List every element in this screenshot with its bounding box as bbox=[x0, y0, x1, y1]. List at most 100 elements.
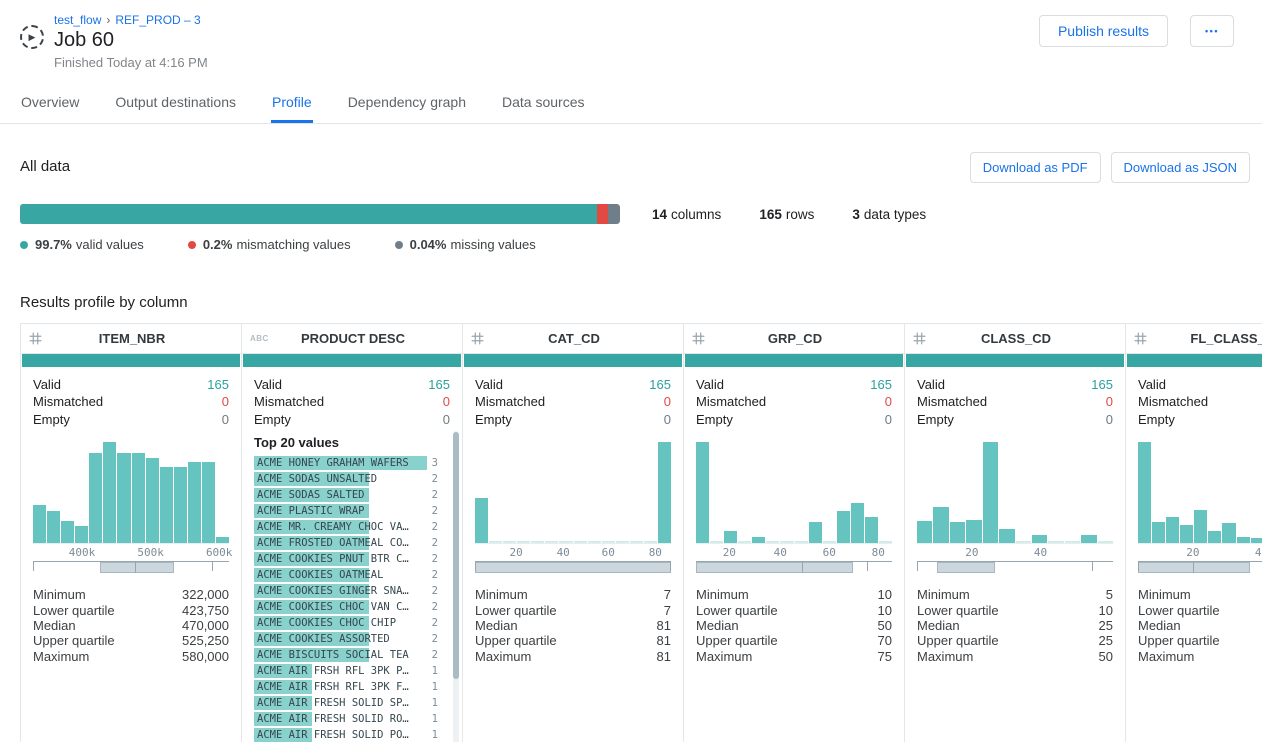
top-value-row: ACME HONEY GRAHAM WAFERS3 bbox=[254, 455, 438, 471]
histogram-bar bbox=[752, 537, 765, 543]
column-counts: Valid165Mismatched0Empty0 bbox=[696, 376, 892, 428]
column-header-grp-cd[interactable]: GRP_CD bbox=[684, 324, 904, 354]
range-slider-selection[interactable] bbox=[475, 562, 671, 573]
top-value-count: 1 bbox=[427, 663, 438, 679]
stat-row-median: Median bbox=[1138, 618, 1262, 633]
histogram-bar bbox=[710, 541, 723, 543]
column-header-fl-class-cd[interactable]: FL_CLASS_CD bbox=[1126, 324, 1262, 354]
tab-overview[interactable]: Overview bbox=[20, 85, 80, 123]
range-slider[interactable] bbox=[696, 561, 892, 573]
column-body: Valid165Mismatched0Empty0Top 20 valuesAC… bbox=[242, 367, 462, 742]
dataset-stat-label: columns bbox=[671, 207, 721, 222]
top-values-scrollbar[interactable] bbox=[453, 431, 459, 742]
top-value-text: ACME AIR FRSH RFL 3PK F… bbox=[254, 679, 427, 695]
download-json-button[interactable]: Download as JSON bbox=[1111, 152, 1250, 183]
range-slider-divider[interactable] bbox=[1193, 562, 1194, 573]
range-slider-tick bbox=[33, 562, 34, 571]
column-header-cat-cd[interactable]: CAT_CD bbox=[463, 324, 683, 354]
histogram-bar bbox=[33, 505, 46, 543]
range-slider-divider[interactable] bbox=[802, 562, 803, 573]
stat-row-upper-quartile: Upper quartile70 bbox=[696, 633, 892, 648]
quartile-stats: Minimum7Lower quartile7Median81Upper qua… bbox=[475, 587, 671, 664]
top-value-cell: ACME HONEY GRAHAM WAFERS bbox=[254, 455, 427, 471]
histogram-bar bbox=[117, 453, 130, 543]
column-body: Valid165Mismatched0Empty0400k500k600kMin… bbox=[21, 367, 241, 742]
top-value-count: 2 bbox=[427, 631, 438, 647]
tab-dependency-graph[interactable]: Dependency graph bbox=[347, 85, 467, 123]
top-value-row: ACME COOKIES PNUT BTR C…2 bbox=[254, 551, 438, 567]
dataset-stat-value: 14 bbox=[652, 207, 667, 222]
download-pdf-button[interactable]: Download as PDF bbox=[970, 152, 1101, 183]
top-value-text: ACME AIR FRESH SOLID SP… bbox=[254, 695, 427, 711]
count-label: Empty bbox=[33, 411, 70, 428]
histogram-bar bbox=[738, 541, 751, 543]
top-value-cell: ACME COOKIES CHOC CHIP bbox=[254, 615, 427, 631]
count-row-mismatched: Mismatched bbox=[1138, 393, 1262, 410]
stat-label: Median bbox=[1138, 618, 1181, 633]
column-card-product-desc: ABCPRODUCT DESCValid165Mismatched0Empty0… bbox=[242, 324, 463, 742]
range-slider-divider[interactable] bbox=[135, 562, 136, 573]
stat-label: Upper quartile bbox=[33, 633, 115, 648]
range-slider[interactable] bbox=[33, 561, 229, 573]
count-value: 165 bbox=[649, 376, 671, 393]
top-value-row: ACME SODAS UNSALTED2 bbox=[254, 471, 438, 487]
column-name: PRODUCT DESC bbox=[272, 331, 454, 346]
stat-label: Upper quartile bbox=[1138, 633, 1220, 648]
histogram-bar bbox=[531, 541, 544, 543]
top-value-count: 2 bbox=[427, 615, 438, 631]
top-value-cell: ACME COOKIES GINGER SNA… bbox=[254, 583, 427, 599]
quartile-stats: Minimum10Lower quartile10Median50Upper q… bbox=[696, 587, 892, 664]
histogram-bar bbox=[517, 541, 530, 543]
stat-label: Upper quartile bbox=[475, 633, 557, 648]
count-row-valid: Valid165 bbox=[475, 376, 671, 393]
tab-profile[interactable]: Profile bbox=[271, 85, 313, 123]
column-header-class-cd[interactable]: CLASS_CD bbox=[905, 324, 1125, 354]
breadcrumb-flow-link[interactable]: test_flow bbox=[54, 13, 101, 27]
column-name: GRP_CD bbox=[714, 331, 896, 346]
publish-results-button[interactable]: Publish results bbox=[1039, 15, 1168, 47]
top-value-row: ACME PLASTIC WRAP2 bbox=[254, 503, 438, 519]
column-card-fl-class-cd: FL_CLASS_CDValidMismatchedEmpty2040Minim… bbox=[1126, 324, 1262, 742]
all-data-section: All data Download as PDF Download as JSO… bbox=[0, 124, 1262, 252]
tab-bar: Overview Output destinations Profile Depend… bbox=[0, 85, 1262, 124]
tab-output-destinations[interactable]: Output destinations bbox=[114, 85, 237, 123]
tab-data-sources[interactable]: Data sources bbox=[501, 85, 585, 123]
top-value-row: ACME AIR FRESH SOLID SP…1 bbox=[254, 695, 438, 711]
stat-label: Minimum bbox=[33, 587, 86, 602]
histogram-bar bbox=[950, 522, 965, 543]
range-slider-selection[interactable] bbox=[696, 562, 853, 573]
count-row-mismatched: Mismatched0 bbox=[696, 393, 892, 410]
number-type-icon bbox=[29, 332, 51, 345]
breadcrumb-dataset-link[interactable]: REF_PROD – 3 bbox=[115, 13, 200, 27]
stat-row-upper-quartile: Upper quartile bbox=[1138, 633, 1262, 648]
range-slider[interactable] bbox=[917, 561, 1113, 573]
count-row-empty: Empty0 bbox=[917, 411, 1113, 428]
legend-item-mismatching-values: 0.2%mismatching values bbox=[188, 237, 351, 252]
top-value-cell: ACME AIR FRESH SOLID RO… bbox=[254, 711, 427, 727]
count-value: 0 bbox=[222, 411, 229, 428]
top-value-text: ACME COOKIES OATMEAL bbox=[254, 567, 427, 583]
column-header-item-nbr[interactable]: ITEM_NBR bbox=[21, 324, 241, 354]
histogram-bar bbox=[103, 442, 116, 543]
range-slider[interactable] bbox=[1138, 561, 1262, 573]
job-finished-status: Finished Today at 4:16 PM bbox=[54, 55, 208, 70]
column-counts: Valid165Mismatched0Empty0 bbox=[33, 376, 229, 428]
stat-label: Lower quartile bbox=[475, 603, 557, 618]
count-value: 0 bbox=[443, 393, 450, 410]
scrollbar-thumb[interactable] bbox=[453, 432, 459, 679]
column-header-product-desc[interactable]: ABCPRODUCT DESC bbox=[242, 324, 462, 354]
top-value-cell: ACME SODAS UNSALTED bbox=[254, 471, 427, 487]
all-data-heading: All data bbox=[20, 158, 70, 175]
column-name: FL_CLASS_CD bbox=[1156, 331, 1262, 346]
histogram-bar bbox=[1194, 510, 1207, 543]
stat-row-median: Median470,000 bbox=[33, 618, 229, 633]
top-value-cell: ACME BISCUITS SOCIAL TEA bbox=[254, 647, 427, 663]
range-slider-selection[interactable] bbox=[937, 562, 996, 573]
stat-value: 7 bbox=[664, 603, 671, 618]
range-slider-selection[interactable] bbox=[100, 562, 174, 573]
more-actions-button[interactable]: ••• bbox=[1190, 15, 1234, 47]
stat-label: Upper quartile bbox=[696, 633, 778, 648]
stat-value: 50 bbox=[878, 618, 892, 633]
range-slider[interactable] bbox=[475, 561, 671, 573]
top-value-text: ACME FROSTED OATMEAL CO… bbox=[254, 535, 427, 551]
